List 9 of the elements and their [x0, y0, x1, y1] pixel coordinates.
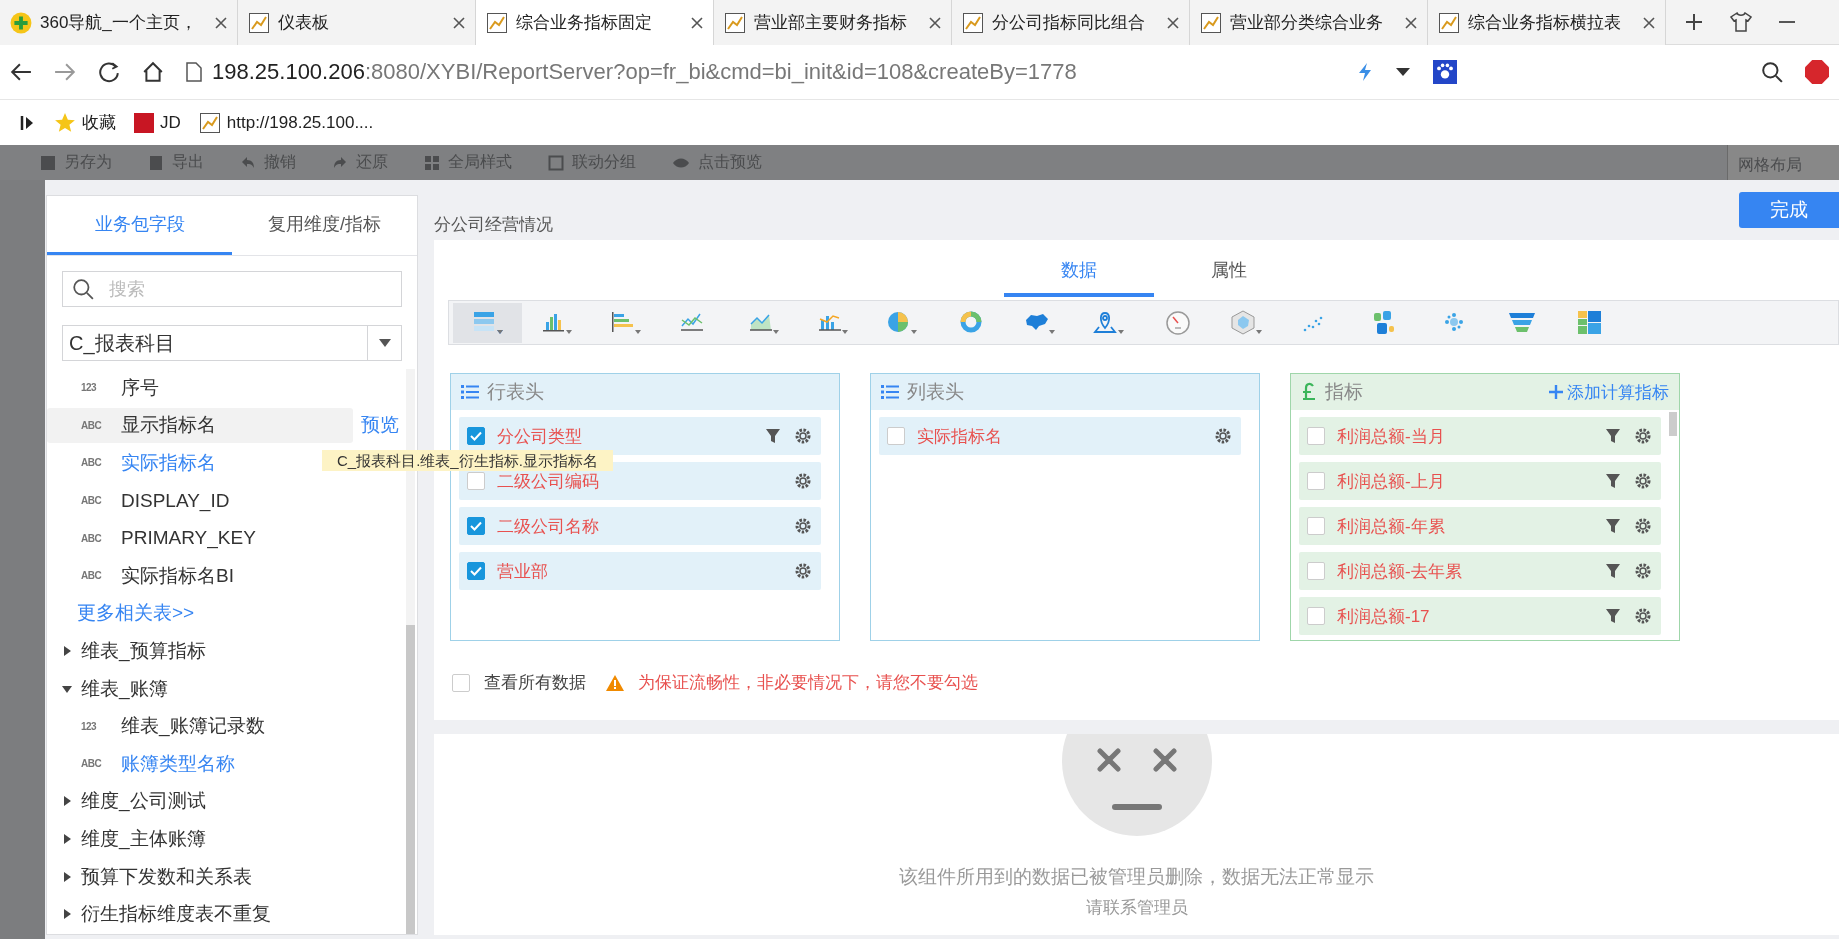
region-header: 列表头 [871, 374, 1259, 410]
empty-hint: 请联系管理员 [1085, 897, 1188, 919]
region-header: 行表头 [451, 374, 839, 410]
checkbox-label: 查看所有数据 [484, 672, 586, 694]
empty-message: 该组件所用到的数据已被管理员删除，数据无法正常显示 [899, 865, 1374, 889]
region-header: 指标 添加计算指标 [1291, 374, 1679, 410]
widget-title: 分公司经营情况 [434, 214, 553, 236]
tooltip: C_报表科目.维表_衍生指标.显示指标名 [322, 450, 613, 471]
warning-text: 为保证流畅性，非必要情况下，请您不要勾选 [638, 672, 978, 694]
